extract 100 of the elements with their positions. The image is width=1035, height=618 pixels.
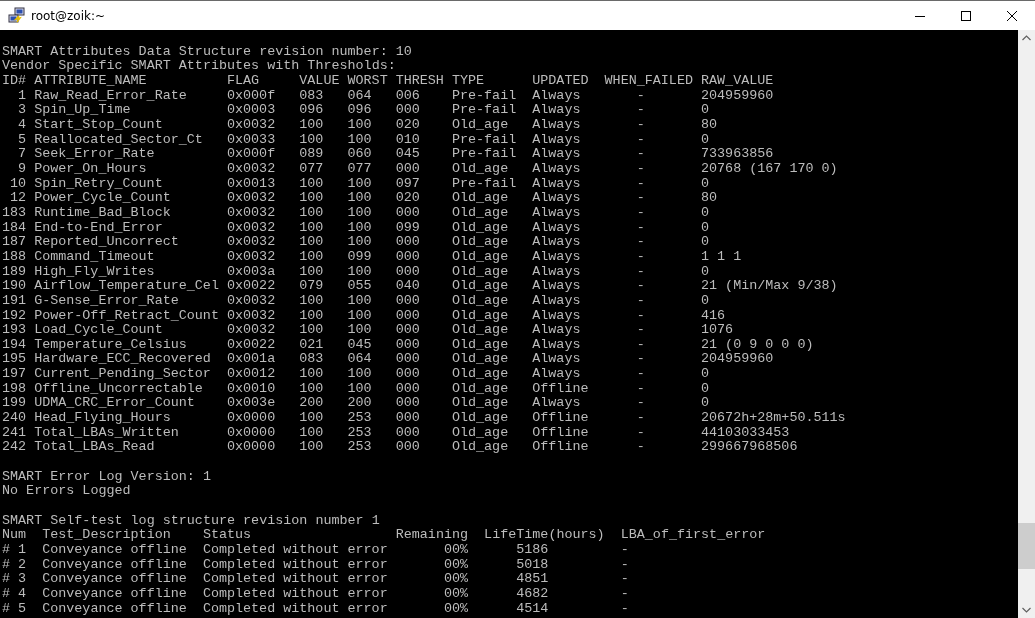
table-cell-text: 0x000f (226, 147, 277, 162)
table-cell: 0 (701, 381, 710, 397)
table-cell-text: - (635, 249, 646, 265)
table-cell-text: 9 (17, 161, 27, 177)
table-cell-text: 000 (395, 249, 421, 265)
table-cell-text: 040 (395, 279, 421, 294)
table-cell: 197 (2, 367, 27, 382)
table-cell-text: - (635, 191, 646, 206)
table-cell: - (620, 557, 629, 573)
table-cell-text: Always (532, 191, 582, 206)
table-cell: 187 (2, 235, 27, 250)
column-header: LBA_of_first_error (620, 528, 766, 543)
table-cell-text: 00% (442, 586, 470, 602)
table-cell-text: 100 (347, 235, 373, 250)
table-cell-text: End-to-End_Error (34, 220, 164, 236)
table-cell-text: 100 (299, 425, 325, 441)
table-cell-text: 100 (299, 411, 325, 426)
table-cell-text: Pre-fail (451, 88, 518, 104)
table-cell-text: Conveyance offline (42, 601, 188, 617)
table-cell-text: 100 (347, 205, 373, 221)
table-cell-text: Completed without error (202, 543, 389, 558)
table-cell-text: 100 (299, 264, 325, 280)
table-cell-text: 0x0032 (226, 191, 277, 206)
table-cell-text: 000 (395, 205, 421, 221)
table-cell-text: - (635, 337, 646, 353)
table-cell-text: Always (532, 308, 582, 324)
table-cell-text: 4 (17, 117, 27, 133)
table-cell-text: Completed without error (202, 586, 389, 602)
table-cell-text: 000 (395, 103, 421, 118)
table-cell-text: 4682 (515, 586, 550, 602)
column-header: THRESH (395, 74, 445, 89)
terminal-line: SMART Self-test log structure revision number 1 (2, 513, 381, 529)
table-cell-text: - (635, 147, 646, 162)
table-cell-text: Always (532, 235, 582, 250)
table-cell-text: 5 (17, 132, 27, 148)
table-cell-text: 096 (347, 103, 373, 118)
scroll-thumb[interactable] (1018, 523, 1035, 569)
table-cell-text: 0x000f (226, 88, 277, 104)
table-cell-text: 10 (9, 176, 27, 192)
maximize-icon (961, 10, 971, 21)
table-cell-text: Always (532, 103, 582, 118)
table-cell-text: Always (532, 352, 582, 368)
table-cell-text: Always (532, 132, 582, 148)
table-cell-text: 064 (347, 352, 373, 368)
table-cell-text: Old_age (451, 220, 510, 236)
table-cell-text: 00% (442, 557, 470, 573)
table-cell-text: Conveyance offline (42, 572, 188, 587)
table-cell-text: Current_Pending_Sector (34, 367, 212, 382)
table-cell-text: 020 (395, 117, 421, 133)
table-cell: 190 (2, 279, 27, 294)
table-cell: - (620, 543, 629, 558)
table-cell-text: - (635, 264, 646, 280)
table-cell-text: Head_Flying_Hours (34, 411, 172, 426)
table-cell: - (620, 601, 629, 617)
table-cell-text: 1 (17, 88, 27, 104)
table-cell-text: Pre-fail (451, 147, 518, 162)
table-cell: 193 (2, 323, 27, 338)
scrollbar[interactable] (1018, 30, 1035, 618)
table-cell-text: - (635, 323, 646, 338)
table-cell-text: 000 (395, 352, 421, 368)
column-header: Num (2, 528, 28, 543)
table-cell-text: 077 (347, 161, 373, 177)
table-cell: 0 (701, 132, 710, 148)
table-cell-text: 100 (299, 176, 325, 192)
table-cell-text: - (635, 367, 646, 382)
table-cell-text: 060 (347, 147, 373, 162)
table-cell: 0 (701, 396, 710, 412)
table-cell-text: Always (532, 279, 582, 294)
table-cell-text: - (635, 205, 646, 221)
table-cell-text: Always (532, 117, 582, 133)
terminal-line: SMART Attributes Data Structure revision number: 10 (2, 44, 413, 60)
table-cell-text: Always (532, 176, 582, 192)
table-cell-text: Pre-fail (451, 103, 518, 118)
table-cell-text: Offline (532, 381, 590, 397)
table-cell-text: - (635, 308, 646, 324)
table-cell-text: 253 (347, 440, 373, 456)
table-cell-text: 100 (347, 132, 373, 148)
table-cell-text: 100 (347, 176, 373, 192)
table-cell: 0 (701, 103, 710, 118)
table-cell-text: 100 (347, 308, 373, 324)
column-header: UPDATED (532, 74, 590, 89)
table-cell-text: Always (532, 147, 582, 162)
table-cell: 198 (2, 381, 27, 397)
terminal-line: SMART Error Log Version: 1 (2, 469, 212, 485)
table-cell-text: 055 (347, 279, 373, 294)
table-cell-text: Runtime_Bad_Block (34, 205, 172, 221)
table-cell-text: 0x0032 (226, 293, 277, 309)
table-cell-text: 100 (299, 308, 325, 324)
table-cell-text: - (635, 117, 646, 133)
table-cell-text: - (635, 235, 646, 250)
table-cell-text: 4514 (515, 601, 550, 617)
table-cell-text: 000 (395, 323, 421, 338)
table-cell-text: 100 (299, 367, 325, 382)
table-cell-text: Power_Cycle_Count (34, 191, 172, 206)
table-cell-text: 0x0032 (226, 308, 277, 324)
table-cell-text: Reported_Uncorrect (34, 235, 180, 250)
table-cell-text: 00% (442, 543, 470, 558)
table-cell-text: 0x0032 (226, 161, 277, 177)
table-cell-text: - (635, 352, 646, 368)
table-cell-text: Offline (532, 440, 590, 456)
